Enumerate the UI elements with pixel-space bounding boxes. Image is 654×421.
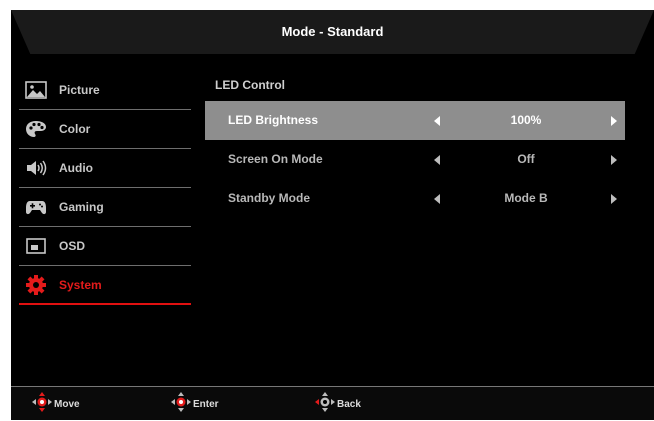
footer-back-label: Back xyxy=(337,398,361,410)
setting-label: Standby Mode xyxy=(228,191,311,205)
gamepad-icon xyxy=(23,196,49,218)
arrow-right-icon[interactable] xyxy=(611,116,617,126)
arrow-right-icon[interactable] xyxy=(611,155,617,165)
footer-enter-label: Enter xyxy=(193,398,219,410)
footer-back-hint: Back xyxy=(314,391,361,418)
joystick-back-icon xyxy=(314,391,336,418)
sidebar-item-system[interactable]: System xyxy=(19,266,191,305)
sidebar-item-picture[interactable]: Picture xyxy=(19,71,191,110)
arrow-left-icon[interactable] xyxy=(434,194,440,204)
setting-label: Screen On Mode xyxy=(228,152,323,166)
mode-title: Mode - Standard xyxy=(281,24,384,39)
sidebar-item-color[interactable]: Color xyxy=(19,110,191,149)
joystick-move-icon xyxy=(31,391,53,418)
osd-window-icon xyxy=(23,235,49,257)
setting-value: 100% xyxy=(510,113,542,127)
setting-value: Off xyxy=(517,152,535,166)
speaker-icon xyxy=(23,157,49,179)
sidebar-item-gaming[interactable]: Gaming xyxy=(19,188,191,227)
sidebar-item-osd[interactable]: OSD xyxy=(19,227,191,266)
osd-menu: Mode - Standard Picture Color Audio Gami… xyxy=(11,10,654,420)
footer-move-label: Move xyxy=(54,398,80,410)
settings-list: LED Brightness 100% Screen On Mode Off S… xyxy=(205,101,625,218)
palette-icon xyxy=(23,118,49,140)
footer-hint-bar: Move Enter Back xyxy=(11,386,654,420)
picture-icon xyxy=(23,79,49,101)
footer-move-hint: Move xyxy=(31,391,80,418)
sidebar-item-audio[interactable]: Audio xyxy=(19,149,191,188)
arrow-right-icon[interactable] xyxy=(611,194,617,204)
sidebar-item-label: Color xyxy=(59,122,91,136)
arrow-left-icon[interactable] xyxy=(434,116,440,126)
sidebar-menu: Picture Color Audio Gaming OSD System xyxy=(19,71,191,305)
setting-row-screen-on-mode[interactable]: Screen On Mode Off xyxy=(205,140,625,179)
sidebar-item-label: Gaming xyxy=(59,200,104,214)
arrow-left-icon[interactable] xyxy=(434,155,440,165)
sidebar-item-label: Picture xyxy=(59,83,100,97)
gear-icon xyxy=(23,274,49,296)
joystick-enter-icon xyxy=(170,391,192,418)
setting-label: LED Brightness xyxy=(228,113,319,127)
sidebar-item-label: Audio xyxy=(59,161,93,175)
sidebar-item-label: OSD xyxy=(59,239,86,253)
setting-row-standby-mode[interactable]: Standby Mode Mode B xyxy=(205,179,625,218)
setting-value: Mode B xyxy=(504,191,548,205)
footer-enter-hint: Enter xyxy=(170,391,219,418)
section-title: LED Control xyxy=(215,78,285,92)
sidebar-item-label: System xyxy=(59,277,102,292)
setting-row-led-brightness[interactable]: LED Brightness 100% xyxy=(205,101,625,140)
